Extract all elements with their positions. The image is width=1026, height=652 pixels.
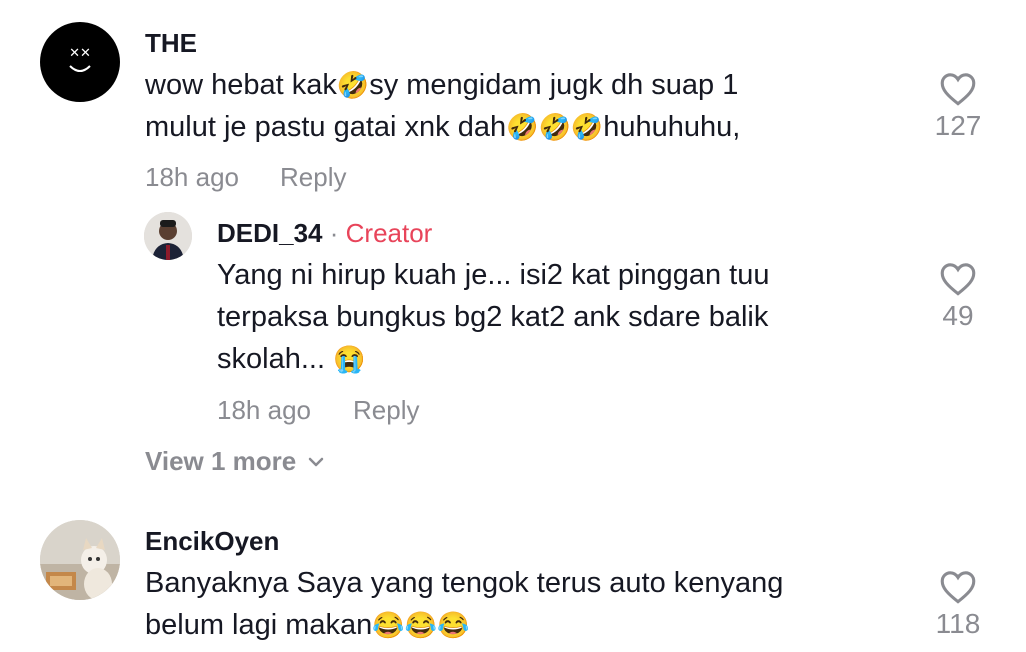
avatar[interactable]: ✕✕ <box>40 22 120 102</box>
creator-badge: Creator <box>345 218 433 248</box>
avatar[interactable] <box>144 212 192 260</box>
like-button[interactable]: 118 <box>918 570 998 640</box>
like-button[interactable]: 49 <box>918 262 998 332</box>
person-photo-icon <box>144 212 192 260</box>
reply-username-line: DEDI_34 · Creator <box>217 218 432 249</box>
smiley-x-eyes-icon: ✕✕ <box>69 46 91 72</box>
reply-time: 18h ago <box>217 395 311 425</box>
comment-username[interactable]: THE <box>145 28 197 59</box>
reply-username[interactable]: DEDI_34 <box>217 218 323 248</box>
reply-text: Yang ni hirup kuah je... isi2 kat pingga… <box>217 259 770 375</box>
comment-text: wow hebat kak🤣sy mengidam jugk dh suap 1… <box>145 69 741 143</box>
like-button[interactable]: 127 <box>918 72 998 142</box>
reply-button[interactable]: Reply <box>280 162 346 193</box>
svg-text:✕✕: ✕✕ <box>69 46 91 61</box>
chevron-down-icon <box>309 457 324 466</box>
separator: · <box>329 218 339 248</box>
view-more-label: View 1 more <box>145 446 297 476</box>
comment-text: Banyaknya Saya yang tengok terus auto ke… <box>145 567 784 641</box>
heart-icon <box>940 571 976 604</box>
like-count: 118 <box>935 608 981 639</box>
cat-photo-icon <box>40 520 120 600</box>
like-count: 127 <box>934 110 982 141</box>
view-more-replies-button[interactable]: View 1 more <box>145 446 326 477</box>
avatar[interactable] <box>40 520 120 600</box>
comment-username[interactable]: EncikOyen <box>145 526 279 557</box>
reply-button[interactable]: Reply <box>353 395 419 426</box>
like-count: 49 <box>942 300 974 331</box>
heart-icon <box>940 263 976 296</box>
heart-icon <box>940 73 976 106</box>
comment-time: 18h ago <box>145 162 239 192</box>
